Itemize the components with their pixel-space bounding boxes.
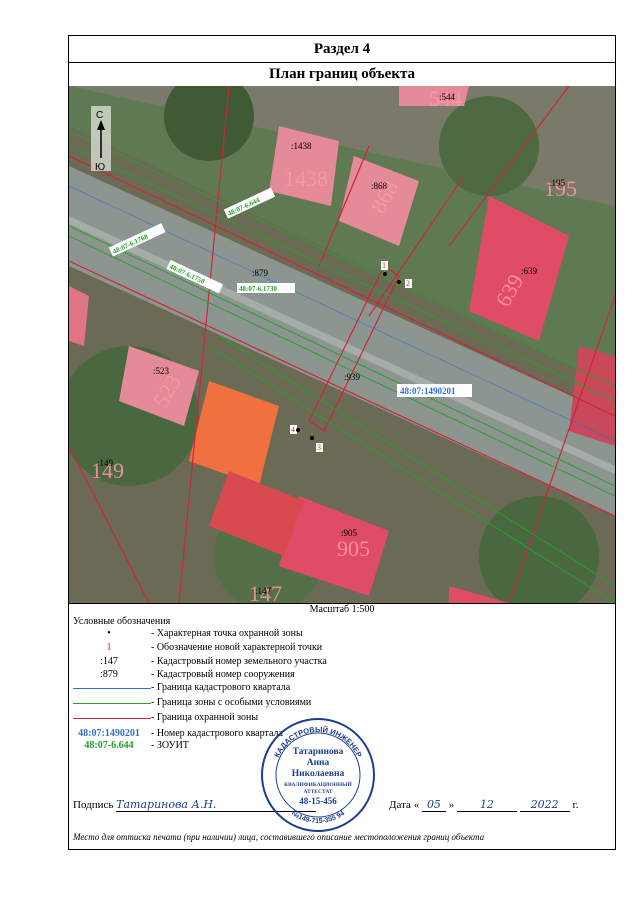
legend-item-point: • - Характерная точка охранной зоны xyxy=(69,628,615,640)
document-frame: Раздел 4 План границ объекта 1438 868 54… xyxy=(68,35,616,850)
legend-red-line xyxy=(73,718,151,719)
parcel-label-1438: :1438 xyxy=(291,141,312,151)
point-label-4: 4 xyxy=(291,425,295,434)
section-title: Раздел 4 xyxy=(69,36,615,63)
parcel-watermark-905: 905 xyxy=(337,536,370,561)
parcel-label-149: :149 xyxy=(97,458,114,468)
map-svg: 1438 868 544 195 639 523 149 905 147 :14… xyxy=(69,86,615,603)
parcel-label-868: :868 xyxy=(371,181,388,191)
plan-title: План границ объекта xyxy=(69,62,615,87)
parcel-label-147: :147 xyxy=(255,586,272,596)
svg-text:Анна: Анна xyxy=(307,758,330,768)
date-day: 05 xyxy=(421,798,446,812)
date-line: Дата « 05 » 12 2022 г. xyxy=(389,798,579,812)
legend-item-structure: :879 - Кадастровый номер сооружения xyxy=(100,669,295,680)
date-month: 12 xyxy=(456,798,517,812)
legend-blue-line xyxy=(73,688,151,689)
quarter-label: 48:07:1490201 xyxy=(400,386,456,396)
parcel-watermark-1438: 1438 xyxy=(284,166,328,191)
signature-handwritten: Татаринова А.Н. xyxy=(116,798,217,811)
svg-text:48-15-456: 48-15-456 xyxy=(299,796,337,806)
legend-title: Условные обозначения xyxy=(73,616,171,627)
legend-symbol-dot: • xyxy=(107,628,111,639)
legend-item-zone-line: - Граница зоны с особыми условиями xyxy=(69,697,615,709)
legend-green-line xyxy=(73,703,151,704)
stamp-seal: КАДАСТРОВЫЙ ИНЖЕНЕР №149-715-355 94 Тата… xyxy=(261,718,375,832)
zouit-label-1730: 48:07-6.1730 xyxy=(239,285,277,293)
svg-text:АТТЕСТАТ: АТТЕСТАТ xyxy=(303,789,332,795)
parcel-label-544: :544 xyxy=(439,92,456,102)
map-area: 1438 868 544 195 639 523 149 905 147 :14… xyxy=(69,86,615,604)
legend-item-quarter-line: - Граница кадастрового квартала xyxy=(69,682,615,694)
parcel-label-639: :639 xyxy=(521,266,538,276)
point-label-3: 3 xyxy=(317,443,321,452)
svg-text:КВАЛИФИКАЦИОННЫЙ: КВАЛИФИКАЦИОННЫЙ xyxy=(284,780,352,788)
parcel-label-195: :195 xyxy=(549,178,566,188)
point-label-2: 2 xyxy=(406,279,410,288)
point-label-1: 1 xyxy=(382,261,386,270)
south-label: Ю xyxy=(95,162,105,173)
structure-label-939: :939 xyxy=(344,372,361,382)
date-year: 2022 xyxy=(519,798,570,812)
north-label: С xyxy=(96,110,103,121)
svg-text:Николаевна: Николаевна xyxy=(292,769,345,779)
legend-item-parcel: :147 - Кадастровый номер земельного учас… xyxy=(100,656,327,667)
north-arrow-icon: С Ю xyxy=(91,106,111,173)
structure-label-879: :879 xyxy=(252,268,269,278)
legend-item-new-point: 1 - Обозначение новой характерной точки xyxy=(106,642,323,653)
svg-text:Татаринова: Татаринова xyxy=(293,747,344,757)
parcel-label-523: :523 xyxy=(153,366,170,376)
map-scale: Масштаб 1:500 xyxy=(309,604,375,615)
parcel-label-905: :905 xyxy=(341,528,358,538)
